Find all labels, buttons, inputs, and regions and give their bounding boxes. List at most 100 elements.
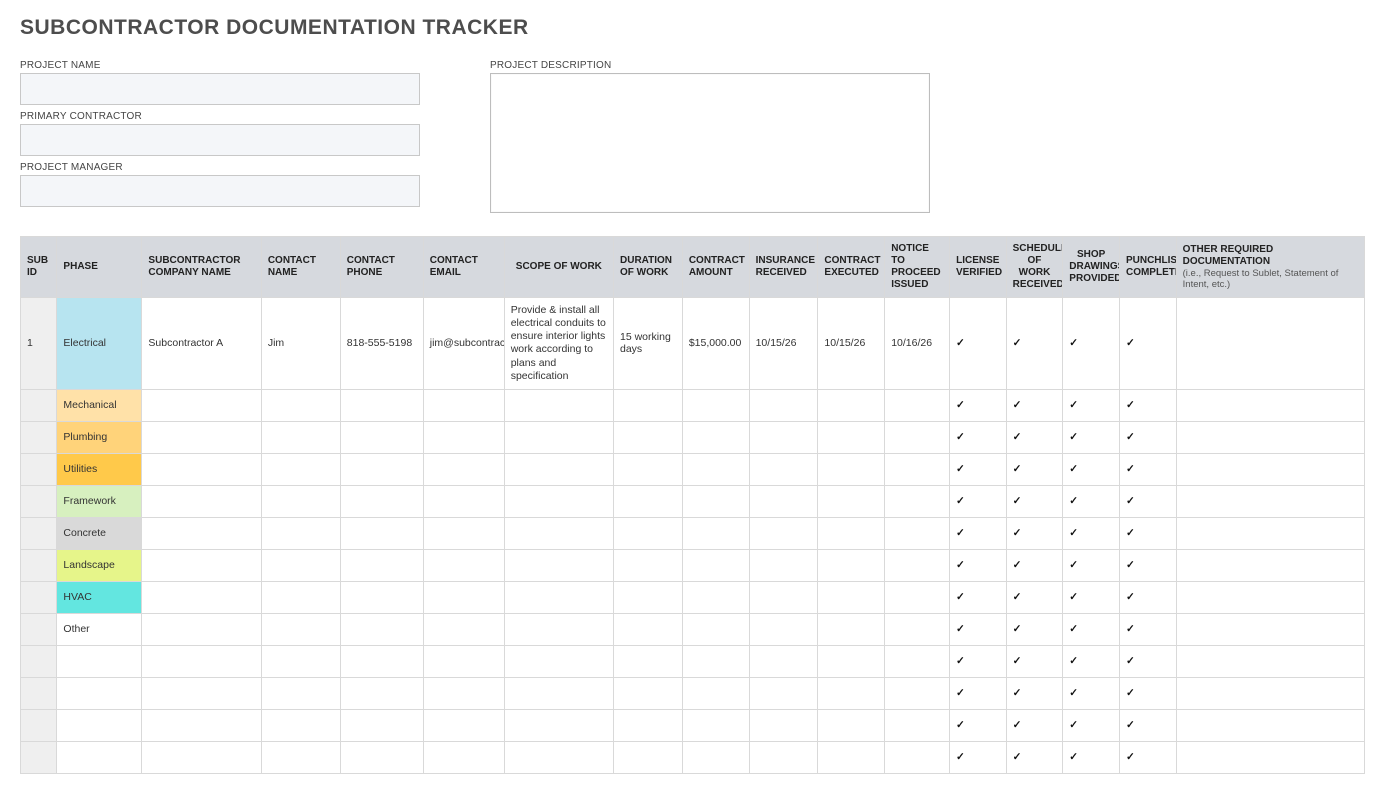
cell-contact-email[interactable] — [423, 677, 504, 709]
cell-duration[interactable] — [614, 389, 683, 421]
cell-insurance[interactable] — [749, 677, 818, 709]
cell-duration[interactable] — [614, 485, 683, 517]
cell-schedule-received[interactable]: ✓ — [1006, 298, 1063, 390]
table-row[interactable]: Concrete✓✓✓✓ — [21, 517, 1365, 549]
cell-insurance[interactable] — [749, 613, 818, 645]
cell-insurance[interactable] — [749, 453, 818, 485]
cell-shop-drawings[interactable]: ✓ — [1063, 298, 1120, 390]
cell-amount[interactable] — [682, 517, 749, 549]
cell-other-doc[interactable] — [1176, 389, 1364, 421]
cell-phase[interactable]: Landscape — [57, 549, 142, 581]
cell-sub-id[interactable] — [21, 677, 57, 709]
cell-contact-phone[interactable] — [340, 581, 423, 613]
cell-sub-id[interactable] — [21, 741, 57, 773]
cell-company[interactable] — [142, 485, 261, 517]
cell-phase[interactable] — [57, 741, 142, 773]
project-manager-input[interactable] — [20, 175, 420, 207]
cell-notice[interactable]: 10/16/26 — [885, 298, 950, 390]
cell-contact-name[interactable] — [261, 517, 340, 549]
cell-amount[interactable] — [682, 645, 749, 677]
cell-sub-id[interactable] — [21, 389, 57, 421]
cell-contact-phone[interactable] — [340, 421, 423, 453]
cell-duration[interactable] — [614, 453, 683, 485]
cell-punchlist[interactable]: ✓ — [1119, 485, 1176, 517]
cell-amount[interactable] — [682, 549, 749, 581]
cell-executed[interactable] — [818, 517, 885, 549]
cell-schedule-received[interactable]: ✓ — [1006, 549, 1063, 581]
cell-shop-drawings[interactable]: ✓ — [1063, 677, 1120, 709]
primary-contractor-input[interactable] — [20, 124, 420, 156]
cell-contact-name[interactable] — [261, 581, 340, 613]
cell-shop-drawings[interactable]: ✓ — [1063, 549, 1120, 581]
cell-contact-phone[interactable] — [340, 741, 423, 773]
cell-contact-name[interactable] — [261, 453, 340, 485]
cell-contact-phone[interactable] — [340, 549, 423, 581]
cell-notice[interactable] — [885, 645, 950, 677]
cell-phase[interactable]: Mechanical — [57, 389, 142, 421]
cell-sub-id[interactable] — [21, 645, 57, 677]
project-description-input[interactable] — [490, 73, 930, 213]
cell-schedule-received[interactable]: ✓ — [1006, 741, 1063, 773]
cell-phase[interactable]: Utilities — [57, 453, 142, 485]
cell-contact-name[interactable] — [261, 421, 340, 453]
cell-phase[interactable]: Other — [57, 613, 142, 645]
cell-notice[interactable] — [885, 581, 950, 613]
cell-other-doc[interactable] — [1176, 709, 1364, 741]
cell-license-verified[interactable]: ✓ — [949, 389, 1006, 421]
cell-scope[interactable] — [504, 741, 613, 773]
cell-license-verified[interactable]: ✓ — [949, 581, 1006, 613]
cell-shop-drawings[interactable]: ✓ — [1063, 485, 1120, 517]
cell-contact-email[interactable]: jim@subcontract — [423, 298, 504, 390]
cell-insurance[interactable] — [749, 581, 818, 613]
cell-phase[interactable]: Plumbing — [57, 421, 142, 453]
cell-sub-id[interactable] — [21, 581, 57, 613]
cell-license-verified[interactable]: ✓ — [949, 645, 1006, 677]
cell-other-doc[interactable] — [1176, 453, 1364, 485]
cell-phase[interactable]: Concrete — [57, 517, 142, 549]
cell-license-verified[interactable]: ✓ — [949, 741, 1006, 773]
cell-license-verified[interactable]: ✓ — [949, 517, 1006, 549]
table-row[interactable]: ✓✓✓✓ — [21, 741, 1365, 773]
cell-schedule-received[interactable]: ✓ — [1006, 677, 1063, 709]
cell-amount[interactable] — [682, 741, 749, 773]
cell-punchlist[interactable]: ✓ — [1119, 709, 1176, 741]
cell-other-doc[interactable] — [1176, 677, 1364, 709]
cell-insurance[interactable] — [749, 645, 818, 677]
cell-contact-phone[interactable] — [340, 709, 423, 741]
cell-contact-phone[interactable]: 818-555-5198 — [340, 298, 423, 390]
cell-phase[interactable]: HVAC — [57, 581, 142, 613]
cell-company[interactable] — [142, 453, 261, 485]
cell-executed[interactable] — [818, 453, 885, 485]
cell-company[interactable] — [142, 677, 261, 709]
cell-scope[interactable] — [504, 453, 613, 485]
cell-contact-phone[interactable] — [340, 645, 423, 677]
cell-amount[interactable] — [682, 581, 749, 613]
cell-phase[interactable] — [57, 709, 142, 741]
cell-company[interactable] — [142, 709, 261, 741]
cell-scope[interactable] — [504, 677, 613, 709]
cell-duration[interactable] — [614, 645, 683, 677]
cell-contact-email[interactable] — [423, 389, 504, 421]
cell-insurance[interactable] — [749, 421, 818, 453]
cell-scope[interactable] — [504, 517, 613, 549]
cell-punchlist[interactable]: ✓ — [1119, 581, 1176, 613]
table-row[interactable]: 1ElectricalSubcontractor AJim818-555-519… — [21, 298, 1365, 390]
cell-notice[interactable] — [885, 389, 950, 421]
cell-other-doc[interactable] — [1176, 421, 1364, 453]
cell-notice[interactable] — [885, 421, 950, 453]
cell-executed[interactable] — [818, 645, 885, 677]
cell-amount[interactable] — [682, 677, 749, 709]
cell-company[interactable] — [142, 517, 261, 549]
cell-executed[interactable] — [818, 549, 885, 581]
cell-insurance[interactable]: 10/15/26 — [749, 298, 818, 390]
cell-amount[interactable] — [682, 453, 749, 485]
cell-company[interactable] — [142, 549, 261, 581]
cell-notice[interactable] — [885, 549, 950, 581]
cell-punchlist[interactable]: ✓ — [1119, 453, 1176, 485]
cell-contact-email[interactable] — [423, 581, 504, 613]
cell-executed[interactable] — [818, 581, 885, 613]
cell-duration[interactable] — [614, 741, 683, 773]
cell-contact-name[interactable] — [261, 389, 340, 421]
cell-license-verified[interactable]: ✓ — [949, 613, 1006, 645]
cell-license-verified[interactable]: ✓ — [949, 709, 1006, 741]
